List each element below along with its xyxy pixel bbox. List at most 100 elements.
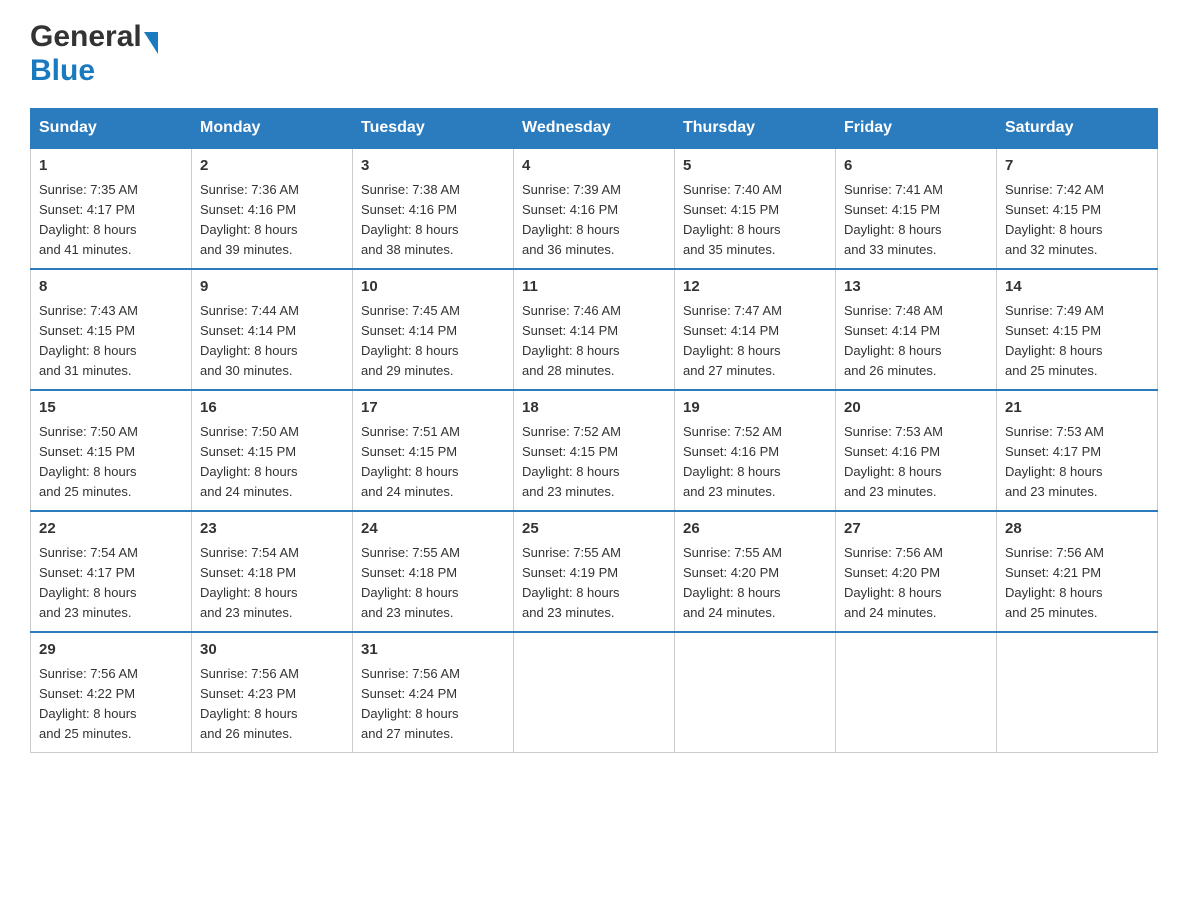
calendar-cell: 22 Sunrise: 7:54 AMSunset: 4:17 PMDaylig… xyxy=(31,511,192,632)
day-info: Sunrise: 7:36 AMSunset: 4:16 PMDaylight:… xyxy=(200,182,299,257)
week-row-5: 29 Sunrise: 7:56 AMSunset: 4:22 PMDaylig… xyxy=(31,632,1158,753)
calendar-cell: 18 Sunrise: 7:52 AMSunset: 4:15 PMDaylig… xyxy=(514,390,675,511)
day-number: 31 xyxy=(361,639,505,662)
day-info: Sunrise: 7:39 AMSunset: 4:16 PMDaylight:… xyxy=(522,182,621,257)
day-info: Sunrise: 7:54 AMSunset: 4:18 PMDaylight:… xyxy=(200,545,299,620)
day-info: Sunrise: 7:56 AMSunset: 4:21 PMDaylight:… xyxy=(1005,545,1104,620)
calendar-cell xyxy=(675,632,836,753)
calendar-cell xyxy=(836,632,997,753)
day-info: Sunrise: 7:55 AMSunset: 4:18 PMDaylight:… xyxy=(361,545,460,620)
column-header-wednesday: Wednesday xyxy=(514,109,675,149)
logo: General Blue xyxy=(30,20,158,88)
calendar-cell: 2 Sunrise: 7:36 AMSunset: 4:16 PMDayligh… xyxy=(192,148,353,269)
calendar-cell: 17 Sunrise: 7:51 AMSunset: 4:15 PMDaylig… xyxy=(353,390,514,511)
day-number: 25 xyxy=(522,518,666,541)
day-info: Sunrise: 7:45 AMSunset: 4:14 PMDaylight:… xyxy=(361,303,460,378)
calendar-cell: 8 Sunrise: 7:43 AMSunset: 4:15 PMDayligh… xyxy=(31,269,192,390)
logo-blue: Blue xyxy=(30,54,95,87)
day-number: 9 xyxy=(200,276,344,299)
day-info: Sunrise: 7:38 AMSunset: 4:16 PMDaylight:… xyxy=(361,182,460,257)
day-info: Sunrise: 7:56 AMSunset: 4:20 PMDaylight:… xyxy=(844,545,943,620)
calendar-cell: 15 Sunrise: 7:50 AMSunset: 4:15 PMDaylig… xyxy=(31,390,192,511)
calendar-cell: 26 Sunrise: 7:55 AMSunset: 4:20 PMDaylig… xyxy=(675,511,836,632)
day-info: Sunrise: 7:47 AMSunset: 4:14 PMDaylight:… xyxy=(683,303,782,378)
calendar-cell: 20 Sunrise: 7:53 AMSunset: 4:16 PMDaylig… xyxy=(836,390,997,511)
calendar-cell: 24 Sunrise: 7:55 AMSunset: 4:18 PMDaylig… xyxy=(353,511,514,632)
day-info: Sunrise: 7:48 AMSunset: 4:14 PMDaylight:… xyxy=(844,303,943,378)
day-info: Sunrise: 7:53 AMSunset: 4:17 PMDaylight:… xyxy=(1005,424,1104,499)
day-number: 2 xyxy=(200,155,344,178)
calendar-cell: 3 Sunrise: 7:38 AMSunset: 4:16 PMDayligh… xyxy=(353,148,514,269)
day-number: 3 xyxy=(361,155,505,178)
calendar-cell: 4 Sunrise: 7:39 AMSunset: 4:16 PMDayligh… xyxy=(514,148,675,269)
day-number: 1 xyxy=(39,155,183,178)
calendar-cell: 14 Sunrise: 7:49 AMSunset: 4:15 PMDaylig… xyxy=(997,269,1158,390)
day-info: Sunrise: 7:56 AMSunset: 4:24 PMDaylight:… xyxy=(361,666,460,741)
column-header-friday: Friday xyxy=(836,109,997,149)
day-number: 24 xyxy=(361,518,505,541)
calendar-cell: 31 Sunrise: 7:56 AMSunset: 4:24 PMDaylig… xyxy=(353,632,514,753)
day-number: 13 xyxy=(844,276,988,299)
day-info: Sunrise: 7:50 AMSunset: 4:15 PMDaylight:… xyxy=(39,424,138,499)
day-info: Sunrise: 7:35 AMSunset: 4:17 PMDaylight:… xyxy=(39,182,138,257)
day-number: 23 xyxy=(200,518,344,541)
calendar-table: SundayMondayTuesdayWednesdayThursdayFrid… xyxy=(30,108,1158,753)
logo-triangle-icon xyxy=(144,32,158,54)
day-number: 26 xyxy=(683,518,827,541)
calendar-cell: 9 Sunrise: 7:44 AMSunset: 4:14 PMDayligh… xyxy=(192,269,353,390)
page-header: General Blue xyxy=(30,20,1158,88)
calendar-cell xyxy=(997,632,1158,753)
column-header-tuesday: Tuesday xyxy=(353,109,514,149)
calendar-cell: 23 Sunrise: 7:54 AMSunset: 4:18 PMDaylig… xyxy=(192,511,353,632)
day-number: 21 xyxy=(1005,397,1149,420)
calendar-cell: 10 Sunrise: 7:45 AMSunset: 4:14 PMDaylig… xyxy=(353,269,514,390)
day-info: Sunrise: 7:44 AMSunset: 4:14 PMDaylight:… xyxy=(200,303,299,378)
calendar-cell: 19 Sunrise: 7:52 AMSunset: 4:16 PMDaylig… xyxy=(675,390,836,511)
column-header-thursday: Thursday xyxy=(675,109,836,149)
day-number: 8 xyxy=(39,276,183,299)
day-info: Sunrise: 7:41 AMSunset: 4:15 PMDaylight:… xyxy=(844,182,943,257)
day-info: Sunrise: 7:40 AMSunset: 4:15 PMDaylight:… xyxy=(683,182,782,257)
calendar-header-row: SundayMondayTuesdayWednesdayThursdayFrid… xyxy=(31,109,1158,149)
day-info: Sunrise: 7:56 AMSunset: 4:22 PMDaylight:… xyxy=(39,666,138,741)
week-row-3: 15 Sunrise: 7:50 AMSunset: 4:15 PMDaylig… xyxy=(31,390,1158,511)
calendar-cell: 16 Sunrise: 7:50 AMSunset: 4:15 PMDaylig… xyxy=(192,390,353,511)
day-info: Sunrise: 7:50 AMSunset: 4:15 PMDaylight:… xyxy=(200,424,299,499)
day-number: 12 xyxy=(683,276,827,299)
day-info: Sunrise: 7:55 AMSunset: 4:20 PMDaylight:… xyxy=(683,545,782,620)
day-number: 17 xyxy=(361,397,505,420)
day-number: 20 xyxy=(844,397,988,420)
day-number: 27 xyxy=(844,518,988,541)
calendar-cell: 7 Sunrise: 7:42 AMSunset: 4:15 PMDayligh… xyxy=(997,148,1158,269)
column-header-monday: Monday xyxy=(192,109,353,149)
day-info: Sunrise: 7:42 AMSunset: 4:15 PMDaylight:… xyxy=(1005,182,1104,257)
logo-general: General xyxy=(30,20,142,54)
calendar-cell: 25 Sunrise: 7:55 AMSunset: 4:19 PMDaylig… xyxy=(514,511,675,632)
calendar-cell: 6 Sunrise: 7:41 AMSunset: 4:15 PMDayligh… xyxy=(836,148,997,269)
day-number: 22 xyxy=(39,518,183,541)
day-number: 29 xyxy=(39,639,183,662)
day-number: 5 xyxy=(683,155,827,178)
day-number: 28 xyxy=(1005,518,1149,541)
day-info: Sunrise: 7:51 AMSunset: 4:15 PMDaylight:… xyxy=(361,424,460,499)
day-info: Sunrise: 7:49 AMSunset: 4:15 PMDaylight:… xyxy=(1005,303,1104,378)
day-number: 15 xyxy=(39,397,183,420)
calendar-cell: 12 Sunrise: 7:47 AMSunset: 4:14 PMDaylig… xyxy=(675,269,836,390)
day-info: Sunrise: 7:56 AMSunset: 4:23 PMDaylight:… xyxy=(200,666,299,741)
week-row-2: 8 Sunrise: 7:43 AMSunset: 4:15 PMDayligh… xyxy=(31,269,1158,390)
day-number: 10 xyxy=(361,276,505,299)
day-number: 14 xyxy=(1005,276,1149,299)
day-info: Sunrise: 7:43 AMSunset: 4:15 PMDaylight:… xyxy=(39,303,138,378)
calendar-cell: 11 Sunrise: 7:46 AMSunset: 4:14 PMDaylig… xyxy=(514,269,675,390)
day-info: Sunrise: 7:53 AMSunset: 4:16 PMDaylight:… xyxy=(844,424,943,499)
calendar-cell: 27 Sunrise: 7:56 AMSunset: 4:20 PMDaylig… xyxy=(836,511,997,632)
calendar-cell: 29 Sunrise: 7:56 AMSunset: 4:22 PMDaylig… xyxy=(31,632,192,753)
day-number: 4 xyxy=(522,155,666,178)
day-info: Sunrise: 7:55 AMSunset: 4:19 PMDaylight:… xyxy=(522,545,621,620)
day-number: 18 xyxy=(522,397,666,420)
column-header-sunday: Sunday xyxy=(31,109,192,149)
calendar-cell: 21 Sunrise: 7:53 AMSunset: 4:17 PMDaylig… xyxy=(997,390,1158,511)
day-number: 6 xyxy=(844,155,988,178)
day-info: Sunrise: 7:54 AMSunset: 4:17 PMDaylight:… xyxy=(39,545,138,620)
calendar-cell: 5 Sunrise: 7:40 AMSunset: 4:15 PMDayligh… xyxy=(675,148,836,269)
